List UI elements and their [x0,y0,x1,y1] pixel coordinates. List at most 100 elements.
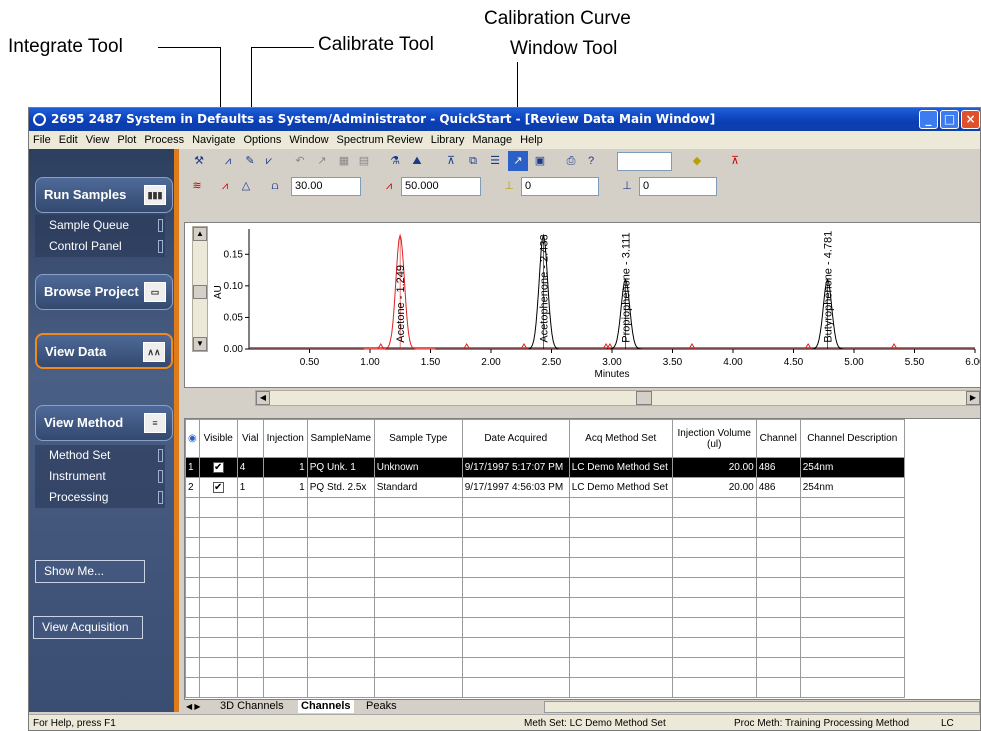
sidebar-item-instrument[interactable]: Instrument [35,466,165,487]
table-row[interactable] [185,517,905,538]
plot-horizontal-scrollbar[interactable]: ◀ ▶ [255,390,980,406]
min-area-icon[interactable]: ⊥ [499,176,519,196]
column-header[interactable]: Vial [236,419,264,458]
threshold-field[interactable]: 50.000 [401,177,481,196]
column-header[interactable]: SampleName [306,419,375,458]
menu-item-file[interactable]: File [29,131,55,149]
folder-icon: ▭ [144,282,166,302]
grid-tool-icon[interactable]: ▤ [354,151,374,171]
column-header[interactable]: Visible [198,419,238,458]
menu-item-window[interactable]: Window [285,131,332,149]
column-header[interactable]: Acq Method Set [568,419,673,458]
menu-item-spectrum-review[interactable]: Spectrum Review [333,131,427,149]
tab-scrollbar[interactable] [544,701,980,713]
eraser-icon[interactable]: ◆ [687,151,707,171]
table-row[interactable] [185,677,905,698]
list-window-icon[interactable]: ☰ [485,151,505,171]
column-header[interactable]: Channel [755,419,801,458]
normal-icon[interactable]: △ [236,176,256,196]
visible-checkbox[interactable]: ✔ [212,462,224,473]
stack-icon[interactable]: ⩘ [215,176,235,196]
browse-project-button[interactable]: Browse Project ▭ [35,274,173,310]
chromatogram-plot[interactable]: 0.50 1.00 1.50 2.00 2.50 3.00 3.50 4.00 4.50 5.00… [184,222,980,388]
threshold-icon[interactable]: ⩘ [379,176,399,196]
sidebar-item-control-panel[interactable]: Control Panel [35,236,165,257]
tab-peaks[interactable]: Peaks [366,700,397,713]
view-method-button[interactable]: View Method ≡ [35,405,173,441]
run-samples-button[interactable]: Run Samples ▮▮▮ [35,177,173,213]
calibration-curve-window-button[interactable]: ↗ [508,151,528,171]
plot-vertical-scrollbar[interactable]: ▲ ▼ [192,226,208,352]
globe-icon[interactable]: ◉ [185,419,200,458]
help-pointer-icon[interactable]: ? [581,151,601,171]
table-row[interactable] [185,557,905,578]
min-area-field[interactable]: 0 [521,177,599,196]
peak-window-icon[interactable]: ⊼ [441,151,461,171]
scroll-right-arrow-icon[interactable]: ▶ [966,391,980,405]
show-me-button[interactable]: Show Me... [35,560,145,583]
visible-checkbox[interactable]: ✔ [212,482,224,493]
view-acquisition-button[interactable]: View Acquisition [33,616,143,639]
column-header[interactable]: Channel Description [799,419,905,458]
column-header[interactable]: Injection Volume (ul) [671,419,757,458]
pointer-tool-icon[interactable]: ⚒ [189,151,209,171]
peak-width-field[interactable]: 30.00 [291,177,361,196]
column-header[interactable]: Date Acquired [461,419,570,458]
view-data-button[interactable]: View Data ∧∧ [35,333,173,369]
sidebar-item-method-set[interactable]: Method Set [35,445,165,466]
table-row[interactable] [185,497,905,518]
scroll-down-arrow-icon[interactable]: ▼ [193,337,207,351]
tab-nav-arrows-icon[interactable]: ◀ ▶ [186,700,201,713]
min-height-icon[interactable]: ⊥ [617,176,637,196]
menu-item-options[interactable]: Options [240,131,286,149]
column-header[interactable]: Sample Type [373,419,463,458]
sidebar-item-processing[interactable]: Processing [35,487,165,508]
scroll-left-arrow-icon[interactable]: ◀ [256,391,270,405]
fit-tool-icon[interactable]: ↗ [312,151,332,171]
menu-item-process[interactable]: Process [140,131,188,149]
peak-width-icon[interactable]: ⩍ [265,176,285,196]
library-tool-icon[interactable]: ⚗ [385,151,405,171]
minimize-button[interactable]: _ [919,110,938,129]
result-window-icon[interactable]: ▣ [530,151,550,171]
table-cell [262,577,308,598]
table-row[interactable]: 1 ✔ 4 1 PQ Unk. 1 Unknown 9/17/1997 5:17:07 PM… [185,457,905,478]
menu-item-plot[interactable]: Plot [113,131,140,149]
menu-item-view[interactable]: View [82,131,114,149]
menu-item-edit[interactable]: Edit [55,131,82,149]
table-row[interactable] [185,577,905,598]
column-header[interactable]: Injection [262,419,308,458]
scroll-up-arrow-icon[interactable]: ▲ [193,227,207,241]
spectrum-icon[interactable]: ⊼ [725,151,745,171]
close-button[interactable]: × [961,110,980,129]
menu-item-library[interactable]: Library [427,131,469,149]
table-cell [198,617,238,638]
dropdown-select[interactable] [617,152,672,171]
scroll-thumb[interactable] [636,391,652,405]
menu-item-manage[interactable]: Manage [468,131,516,149]
undo-tool-icon[interactable]: ↶ [290,151,310,171]
maximize-button[interactable]: □ [940,110,959,129]
table-row[interactable] [185,637,905,658]
table-tool-icon[interactable]: ▦ [334,151,354,171]
table-row[interactable]: 2 ✔ 1 1 PQ Std. 2.5x Standard 9/17/1997 4:56:0… [185,477,905,498]
pencil-tool-icon[interactable]: ✎ [240,151,260,171]
min-height-field[interactable]: 0 [639,177,717,196]
tab-channels[interactable]: Channels [298,700,354,713]
table-cell: ✔ [198,477,238,498]
table-row[interactable] [185,597,905,618]
copy-window-icon[interactable]: ⧉ [463,151,483,171]
menu-item-help[interactable]: Help [516,131,547,149]
menu-item-navigate[interactable]: Navigate [188,131,239,149]
table-row[interactable] [185,537,905,558]
scroll-thumb[interactable] [193,285,207,299]
print-icon[interactable]: ⎙ [561,151,581,171]
integrate-tool-button[interactable]: ⩘ [218,151,238,171]
table-row[interactable] [185,657,905,678]
sidebar-item-sample-queue[interactable]: Sample Queue [35,215,165,236]
calibrate-tool-button[interactable]: ⩗ [259,151,279,171]
table-row[interactable] [185,617,905,638]
tab-3d-channels[interactable]: 3D Channels [220,700,284,713]
compare-tool-icon[interactable]: ⛰ [407,151,427,171]
overlay-icon[interactable]: ≋ [187,176,207,196]
